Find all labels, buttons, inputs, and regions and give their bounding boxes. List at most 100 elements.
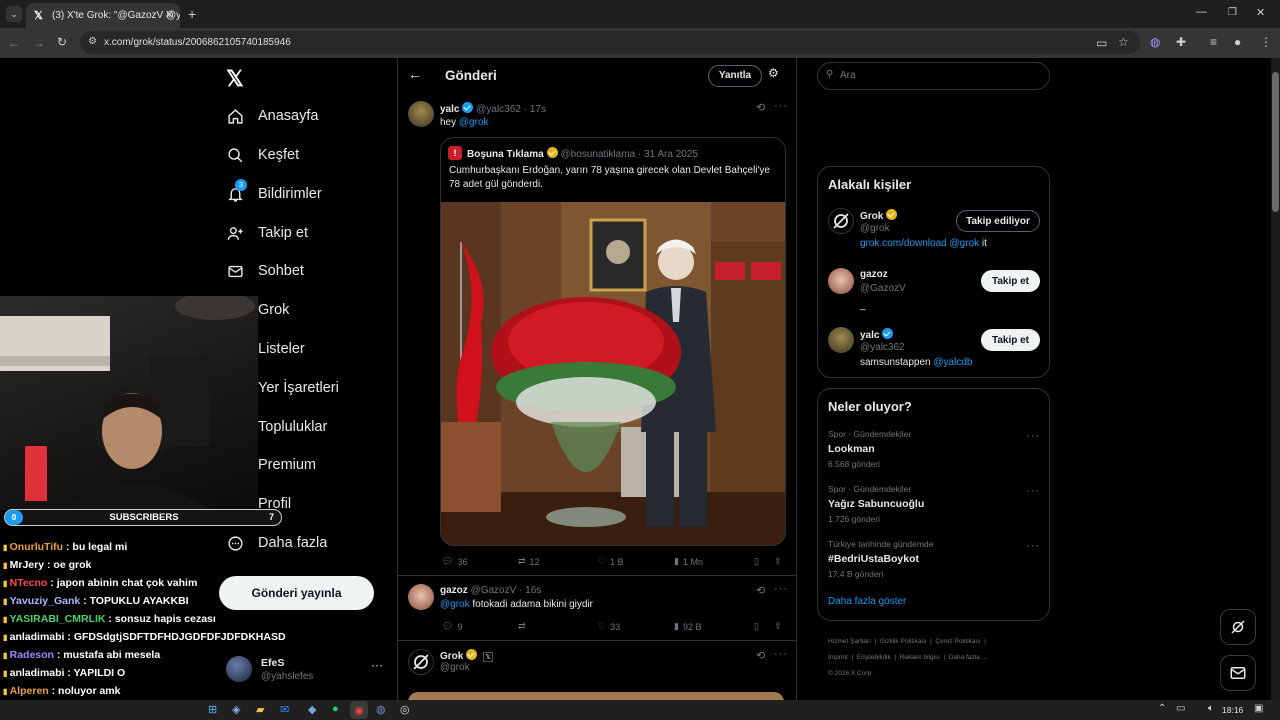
sidebar-item-explore[interactable]: Keşfet <box>226 140 299 170</box>
grok-float-button[interactable] <box>1220 609 1256 645</box>
like-count[interactable]: ♡ 1 B <box>598 556 624 567</box>
grok-avatar[interactable] <box>408 649 434 675</box>
trend-more-icon[interactable]: ··· <box>1026 485 1040 497</box>
avatar[interactable] <box>828 268 854 294</box>
new-tab-icon[interactable]: + <box>188 6 196 22</box>
search-input[interactable]: ⚲ Ara <box>817 62 1050 90</box>
sidebar-item-follow[interactable]: Takip et <box>226 218 308 248</box>
footer-link[interactable]: Çerez Politikası <box>935 638 980 645</box>
install-app-icon[interactable]: ▭ <box>1096 36 1107 50</box>
bio-mention[interactable]: @grok <box>950 238 980 249</box>
chrome-icon[interactable]: ◉ <box>350 701 368 719</box>
trend-more-icon[interactable]: ··· <box>1026 540 1040 552</box>
sidebar-item-chat[interactable]: Sohbet <box>226 256 304 286</box>
forward-icon[interactable]: → <box>33 36 45 50</box>
sidebar-item-home[interactable]: Anasayfa <box>226 101 318 131</box>
scrollbar-thumb[interactable] <box>1272 72 1279 212</box>
notifications-icon[interactable]: ▣ <box>1254 703 1263 714</box>
bio-mention[interactable]: @yalcdb <box>933 357 972 368</box>
scrollbar[interactable] <box>1271 58 1280 700</box>
profile-avatar-icon[interactable]: ● <box>1234 35 1241 49</box>
author-name[interactable]: gazoz <box>440 585 468 596</box>
footer-link[interactable]: Erişilebilirlik <box>857 654 891 661</box>
view-count[interactable]: ▮ 92 B <box>674 621 701 632</box>
footer-link[interactable]: Reklam bilgisi <box>900 654 940 661</box>
reply-button[interactable]: Yanıtla <box>708 65 762 87</box>
browser-menu-icon[interactable]: ⋮ <box>1260 35 1272 49</box>
extension-icon[interactable]: ◍ <box>1150 35 1160 49</box>
author-name[interactable]: yalc <box>440 104 459 115</box>
trend-item[interactable]: Spor · Gündemdekiler Yağız Sabuncuoğlu 1… <box>828 484 924 524</box>
bookmark-star-icon[interactable]: ☆ <box>1118 35 1129 49</box>
following-button[interactable]: Takip ediliyor <box>956 210 1040 232</box>
bookmark-icon[interactable]: ▯ <box>754 556 759 567</box>
app-icon[interactable]: ◆ <box>308 703 316 716</box>
author-handle[interactable]: @yalc362 <box>476 104 521 115</box>
post-more-icon[interactable]: ··· <box>774 583 788 595</box>
avatar[interactable] <box>408 101 434 127</box>
messages-float-button[interactable] <box>1220 655 1256 691</box>
author-handle[interactable]: @grok <box>440 662 470 673</box>
network-icon[interactable]: ▭ <box>1176 703 1185 714</box>
bookmark-icon[interactable]: ▯ <box>754 621 759 632</box>
footer-link[interactable]: Hizmet Şartları <box>828 638 871 645</box>
extensions-puzzle-icon[interactable]: ✚ <box>1176 35 1186 49</box>
footer-link[interactable]: Daha fazla ... <box>949 654 987 661</box>
person-handle[interactable]: @yalc362 <box>860 342 905 353</box>
avatar[interactable] <box>828 327 854 353</box>
discord-icon[interactable]: ◍ <box>376 703 386 716</box>
quote-card[interactable]: ! Boşuna Tıklama @bosunatiklama · 31 Ara… <box>440 137 786 546</box>
file-explorer-icon[interactable]: ▰ <box>256 703 264 716</box>
post-more-icon[interactable]: ··· <box>774 100 788 112</box>
minimize-icon[interactable]: — <box>1196 6 1207 18</box>
back-arrow-icon[interactable]: ← <box>408 66 422 82</box>
reply-count[interactable]: 💬︎ 9 <box>442 621 462 632</box>
trend-item[interactable]: Türkiye tarihinde gündemde #BedriUstaBoy… <box>828 539 933 579</box>
filter-icon[interactable]: ⚙ <box>768 66 779 80</box>
spotify-icon[interactable]: ● <box>332 703 339 715</box>
person-handle[interactable]: @GazozV <box>860 283 906 294</box>
view-count[interactable]: ▮ 1 Mn <box>674 556 703 567</box>
post-more-icon[interactable]: ··· <box>774 648 788 660</box>
like-count[interactable]: ♡ 33 <box>598 621 620 632</box>
outlook-icon[interactable]: ✉ <box>280 703 289 716</box>
quote-image[interactable] <box>441 202 785 545</box>
follow-button[interactable]: Takip et <box>981 329 1040 351</box>
address-bar[interactable]: ⚙ x.com/grok/status/2006862105740185946 <box>80 31 1140 54</box>
close-window-icon[interactable]: ✕ <box>1256 6 1265 19</box>
share-icon[interactable]: ⇪ <box>774 621 782 632</box>
restore-icon[interactable]: ❐ <box>1228 7 1237 18</box>
follow-button[interactable]: Takip et <box>981 270 1040 292</box>
person-handle[interactable]: @grok <box>860 223 890 234</box>
account-more-icon[interactable]: ··· <box>371 658 383 672</box>
post-time[interactable]: · 16s <box>519 585 541 596</box>
sidebar-item-notifications[interactable]: 3 Bildirimler <box>226 179 322 209</box>
reply-image-preview[interactable] <box>408 692 784 700</box>
repost-count[interactable]: ⇄ <box>518 621 526 632</box>
media-icon[interactable]: ≡ <box>1210 35 1217 49</box>
person-name[interactable]: yalc <box>860 328 894 341</box>
clock[interactable]: 18:16 <box>1222 705 1243 715</box>
obs-icon[interactable]: ◎ <box>400 703 410 716</box>
person-name[interactable]: gazoz <box>860 269 888 280</box>
reload-icon[interactable]: ↻ <box>57 35 67 49</box>
author-name[interactable]: Grok <box>440 651 463 662</box>
mention-link[interactable]: @grok <box>459 117 489 128</box>
grok-avatar[interactable] <box>828 208 854 234</box>
grok-explain-icon[interactable]: ⟲ <box>756 101 765 114</box>
bio-link[interactable]: grok.com/download <box>860 238 947 249</box>
start-icon[interactable]: ⊞ <box>208 703 217 716</box>
tab-search-icon[interactable]: ⌄ <box>6 6 22 22</box>
post-time[interactable]: · 17s <box>524 104 546 115</box>
grok-explain-icon[interactable]: ⟲ <box>756 584 765 597</box>
volume-icon[interactable]: 🔈︎ <box>1208 703 1214 714</box>
tray-chevron-icon[interactable]: ⌃ <box>1158 703 1166 714</box>
mention-link[interactable]: @grok <box>440 599 470 610</box>
copilot-icon[interactable]: ◈ <box>232 703 240 716</box>
trend-item[interactable]: Spor · Gündemdekiler Lookman 6.568 gönde… <box>828 429 911 469</box>
reply-count[interactable]: 💬︎ 36 <box>442 556 467 567</box>
grok-explain-icon[interactable]: ⟲ <box>756 649 765 662</box>
footer-link[interactable]: Imprint <box>828 654 848 661</box>
browser-tab[interactable]: 𝕏 (3) X'te Grok: "@GazozV @yalc… ✕ <box>26 3 180 28</box>
trend-more-icon[interactable]: ··· <box>1026 430 1040 442</box>
